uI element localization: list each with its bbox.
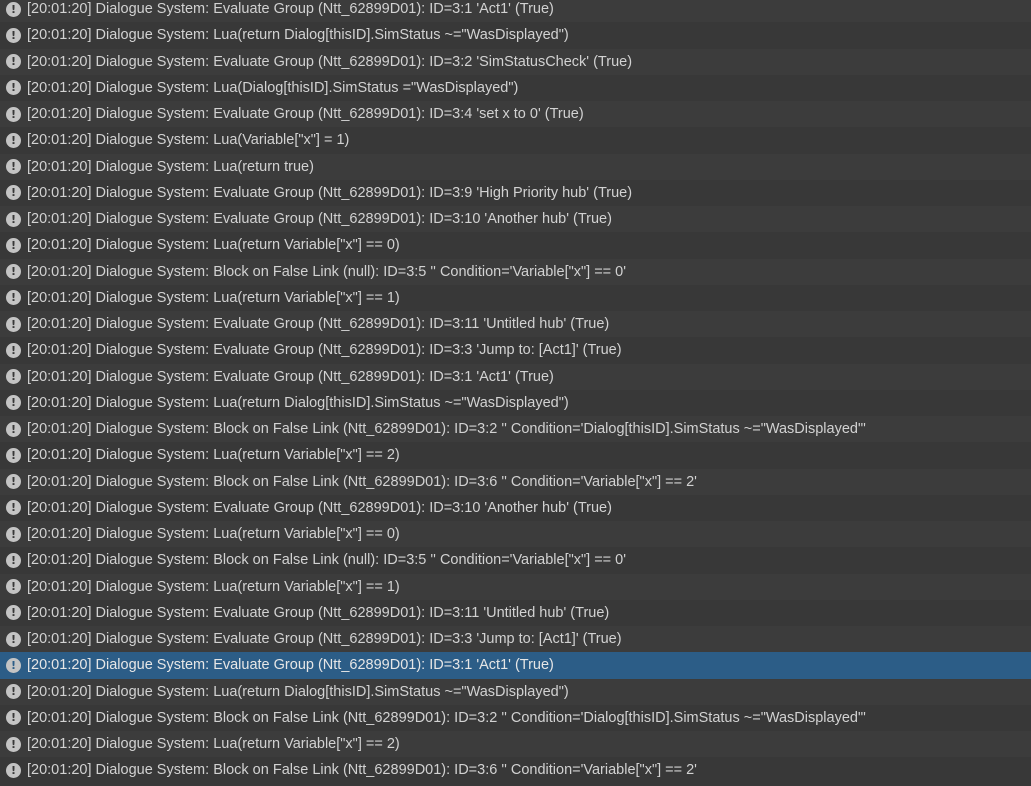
info-icon: !: [6, 657, 21, 673]
log-entry[interactable]: ! [20:01:20] Dialogue System: Lua(return …: [0, 22, 1031, 49]
log-message: [20:01:20] Dialogue System: Lua(return V…: [27, 237, 400, 254]
log-message: [20:01:20] Dialogue System: Block on Fal…: [27, 762, 697, 779]
log-entry[interactable]: ! [20:01:20] Dialogue System: Block on Fa…: [0, 757, 1031, 784]
log-message: [20:01:20] Dialogue System: Evaluate Gro…: [27, 316, 610, 333]
log-message: [20:01:20] Dialogue System: Lua(return V…: [27, 526, 400, 543]
info-icon: !: [6, 447, 21, 463]
log-message: [20:01:20] Dialogue System: Lua(Dialog[t…: [27, 79, 519, 96]
log-entry[interactable]: ! [20:01:20] Dialogue System: Evaluate Gr…: [0, 494, 1031, 521]
log-message: [20:01:20] Dialogue System: Evaluate Gro…: [27, 342, 622, 359]
log-entry[interactable]: ! [20:01:20] Dialogue System: Evaluate Gr…: [0, 179, 1031, 206]
log-entry[interactable]: ! [20:01:20] Dialogue System: Lua(return …: [0, 521, 1031, 548]
log-message: [20:01:20] Dialogue System: Evaluate Gro…: [27, 211, 612, 228]
info-icon: !: [6, 159, 21, 175]
log-entry[interactable]: ! [20:01:20] Dialogue System: Evaluate Gr…: [0, 48, 1031, 75]
log-entry[interactable]: ! [20:01:20] Dialogue System: Block on Fa…: [0, 416, 1031, 443]
info-icon: !: [6, 237, 21, 253]
log-entry[interactable]: ! [20:01:20] Dialogue System: Block on Fa…: [0, 468, 1031, 495]
info-icon: !: [6, 369, 21, 385]
info-icon: !: [6, 684, 21, 700]
log-message: [20:01:20] Dialogue System: Lua(return D…: [27, 27, 569, 44]
log-message: [20:01:20] Dialogue System: Evaluate Gro…: [27, 631, 622, 648]
log-message: [20:01:20] Dialogue System: Lua(return D…: [27, 394, 569, 411]
info-icon: !: [6, 264, 21, 280]
log-message: [20:01:20] Dialogue System: Block on Fal…: [27, 421, 866, 438]
log-entry[interactable]: ! [20:01:20] Dialogue System: Evaluate Gr…: [0, 101, 1031, 128]
log-entry[interactable]: ! [20:01:20] Dialogue System: Block on Fa…: [0, 258, 1031, 285]
log-entry[interactable]: ! [20:01:20] Dialogue System: Evaluate Gr…: [0, 337, 1031, 364]
info-icon: !: [6, 1, 21, 17]
log-message: [20:01:20] Dialogue System: Lua(return D…: [27, 683, 569, 700]
log-message: [20:01:20] Dialogue System: Lua(return V…: [27, 736, 400, 753]
log-message: [20:01:20] Dialogue System: Lua(return V…: [27, 289, 400, 306]
log-message: [20:01:20] Dialogue System: Evaluate Gro…: [27, 106, 584, 123]
log-list: ! [20:01:20] Dialogue System: Evaluate Gr…: [0, 0, 1031, 784]
log-entry[interactable]: ! [20:01:20] Dialogue System: Lua(return …: [0, 232, 1031, 259]
console-log-panel: ! [20:01:20] Dialogue System: Evaluate Gr…: [0, 0, 1031, 786]
log-entry[interactable]: ! [20:01:20] Dialogue System: Lua(return …: [0, 678, 1031, 705]
info-icon: !: [6, 80, 21, 96]
log-entry[interactable]: ! [20:01:20] Dialogue System: Block on Fa…: [0, 704, 1031, 731]
log-entry[interactable]: ! [20:01:20] Dialogue System: Lua(return …: [0, 442, 1031, 469]
log-message: [20:01:20] Dialogue System: Block on Fal…: [27, 709, 866, 726]
info-icon: !: [6, 132, 21, 148]
info-icon: !: [6, 421, 21, 437]
log-message: [20:01:20] Dialogue System: Evaluate Gro…: [27, 604, 610, 621]
info-icon: !: [6, 526, 21, 542]
log-entry[interactable]: ! [20:01:20] Dialogue System: Evaluate Gr…: [0, 363, 1031, 390]
info-icon: !: [6, 185, 21, 201]
log-message: [20:01:20] Dialogue System: Lua(return t…: [27, 158, 314, 175]
info-icon: !: [6, 474, 21, 490]
log-entry[interactable]: ! [20:01:20] Dialogue System: Lua(Dialog[…: [0, 74, 1031, 101]
log-entry[interactable]: ! [20:01:20] Dialogue System: Evaluate Gr…: [0, 626, 1031, 653]
log-entry[interactable]: ! [20:01:20] Dialogue System: Evaluate Gr…: [0, 599, 1031, 626]
log-entry[interactable]: ! [20:01:20] Dialogue System: Evaluate Gr…: [0, 206, 1031, 233]
info-icon: !: [6, 290, 21, 306]
info-icon: !: [6, 27, 21, 43]
log-message: [20:01:20] Dialogue System: Block on Fal…: [27, 552, 627, 569]
log-message: [20:01:20] Dialogue System: Lua(return V…: [27, 578, 400, 595]
info-icon: !: [6, 762, 21, 778]
info-icon: !: [6, 579, 21, 595]
log-message: [20:01:20] Dialogue System: Lua(return V…: [27, 447, 400, 464]
log-entry[interactable]: ! [20:01:20] Dialogue System: Lua(return …: [0, 731, 1031, 758]
log-message: [20:01:20] Dialogue System: Evaluate Gro…: [27, 657, 554, 674]
log-entry[interactable]: ! [20:01:20] Dialogue System: Lua(Variabl…: [0, 127, 1031, 154]
log-entry[interactable]: ! [20:01:20] Dialogue System: Lua(return …: [0, 573, 1031, 600]
log-message: [20:01:20] Dialogue System: Lua(Variable…: [27, 132, 350, 149]
info-icon: !: [6, 736, 21, 752]
info-icon: !: [6, 710, 21, 726]
info-icon: !: [6, 54, 21, 70]
info-icon: !: [6, 316, 21, 332]
log-message: [20:01:20] Dialogue System: Evaluate Gro…: [27, 184, 633, 201]
info-icon: !: [6, 211, 21, 227]
info-icon: !: [6, 342, 21, 358]
log-message: [20:01:20] Dialogue System: Evaluate Gro…: [27, 499, 612, 516]
info-icon: !: [6, 500, 21, 516]
log-entry[interactable]: ! [20:01:20] Dialogue System: Lua(return …: [0, 153, 1031, 180]
log-entry[interactable]: ! [20:01:20] Dialogue System: Evaluate Gr…: [0, 0, 1031, 23]
info-icon: !: [6, 106, 21, 122]
log-message: [20:01:20] Dialogue System: Evaluate Gro…: [27, 1, 554, 18]
log-message: [20:01:20] Dialogue System: Evaluate Gro…: [27, 53, 633, 70]
log-message: [20:01:20] Dialogue System: Evaluate Gro…: [27, 368, 554, 385]
info-icon: !: [6, 552, 21, 568]
log-entry-selected[interactable]: ! [20:01:20] Dialogue System: Evaluate Gr…: [0, 652, 1031, 679]
log-entry[interactable]: ! [20:01:20] Dialogue System: Block on Fa…: [0, 547, 1031, 574]
log-entry[interactable]: ! [20:01:20] Dialogue System: Lua(return …: [0, 284, 1031, 311]
log-entry[interactable]: ! [20:01:20] Dialogue System: Lua(return …: [0, 389, 1031, 416]
log-message: [20:01:20] Dialogue System: Block on Fal…: [27, 263, 627, 280]
log-message: [20:01:20] Dialogue System: Block on Fal…: [27, 473, 697, 490]
log-entry[interactable]: ! [20:01:20] Dialogue System: Evaluate Gr…: [0, 311, 1031, 338]
info-icon: !: [6, 631, 21, 647]
info-icon: !: [6, 605, 21, 621]
info-icon: !: [6, 395, 21, 411]
